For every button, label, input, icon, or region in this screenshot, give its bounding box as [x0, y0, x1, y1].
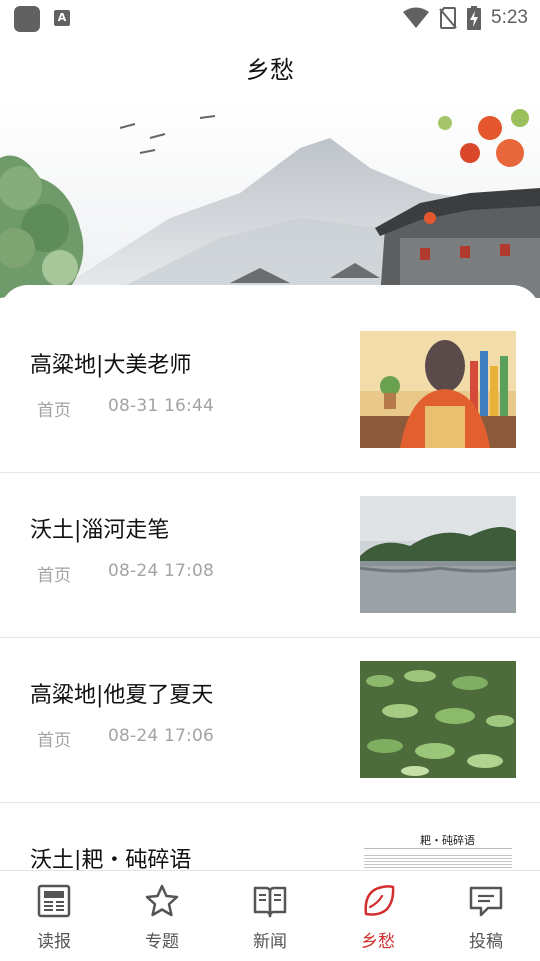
newspaper-icon [37, 884, 71, 918]
no-sim-icon [439, 7, 457, 29]
article-item[interactable]: 高粱地|他夏了夏天 首页 08-24 17:06 [0, 615, 540, 780]
top-header: 乡愁 [0, 36, 540, 100]
tab-nostalgia[interactable]: 乡愁 [324, 871, 432, 961]
clock: 5:23 [491, 7, 528, 28]
tab-news[interactable]: 新闻 [216, 871, 324, 961]
app-notification-icon [14, 6, 40, 32]
tab-label: 乡愁 [361, 932, 395, 952]
article-item[interactable]: 高粱地|大美老师 首页 08-31 16:44 [0, 285, 540, 450]
article-item[interactable]: 沃土|淄河走笔 首页 08-24 17:08 [0, 450, 540, 615]
tab-submit[interactable]: 投稿 [432, 871, 540, 961]
message-icon [469, 886, 503, 917]
thumbnail-title: 耙・砘碎语 [420, 834, 475, 847]
banner-image [0, 98, 540, 298]
article-title[interactable]: 高粱地|他夏了夏天 [30, 677, 213, 709]
article-source: 首页 [37, 566, 71, 586]
article-thumbnail[interactable]: 耙・砘碎语 [360, 826, 516, 870]
article-source: 首页 [37, 401, 71, 421]
tab-label: 新闻 [253, 932, 287, 952]
book-icon [253, 886, 287, 918]
tab-label: 读报 [37, 932, 71, 952]
status-icons: 5:23 [403, 6, 528, 30]
article-source: 首页 [37, 731, 71, 751]
tab-label: 投稿 [469, 932, 503, 952]
article-date: 08-24 17:08 [108, 561, 214, 581]
tab-topics[interactable]: 专题 [108, 871, 216, 961]
status-bar: A 5:23 [0, 0, 540, 36]
tab-label: 专题 [145, 932, 179, 952]
tab-read-newspaper[interactable]: 读报 [0, 871, 108, 961]
article-thumbnail[interactable] [360, 496, 516, 613]
article-date: 08-24 17:06 [108, 726, 214, 746]
article-title[interactable]: 沃土|耙・砘碎语 [30, 842, 191, 870]
article-list[interactable]: 高粱地|大美老师 首页 08-31 16:44 沃土|淄河走笔 首页 08-24… [0, 285, 540, 870]
bottom-tab-bar: 读报 专题 新闻 乡愁 投稿 [0, 870, 540, 961]
leaf-icon [364, 885, 395, 916]
star-icon [145, 884, 179, 917]
battery-charging-icon [467, 6, 482, 30]
article-title[interactable]: 高粱地|大美老师 [30, 347, 191, 379]
wifi-icon [403, 7, 430, 28]
article-thumbnail[interactable] [360, 661, 516, 778]
article-title[interactable]: 沃土|淄河走笔 [30, 512, 169, 544]
article-date: 08-31 16:44 [108, 396, 214, 416]
accessibility-icon: A [54, 10, 70, 26]
article-thumbnail[interactable] [360, 331, 516, 448]
article-item[interactable]: 沃土|耙・砘碎语 耙・砘碎语 [0, 780, 540, 870]
page-title: 乡愁 [246, 56, 294, 84]
